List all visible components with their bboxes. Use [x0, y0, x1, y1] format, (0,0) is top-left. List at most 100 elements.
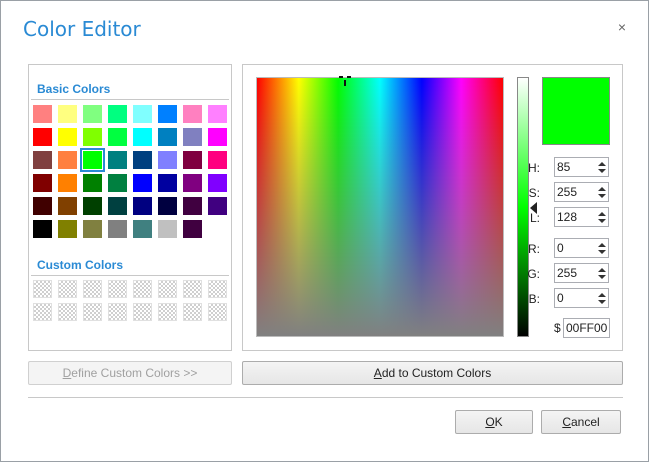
basic-color-swatch[interactable] — [133, 174, 152, 192]
basic-color-swatch[interactable] — [108, 151, 127, 169]
basic-color-swatch[interactable] — [158, 151, 177, 169]
basic-color-swatch[interactable] — [33, 151, 52, 169]
spin-down-icon[interactable] — [597, 168, 607, 176]
blue-stepper[interactable] — [554, 288, 609, 308]
basic-color-swatch[interactable] — [58, 105, 77, 123]
basic-color-swatch[interactable] — [208, 174, 227, 192]
luminance-label: L: — [529, 211, 540, 225]
close-icon[interactable]: × — [615, 20, 629, 34]
custom-color-swatch[interactable] — [208, 303, 227, 321]
hue-saturation-spectrum[interactable] — [256, 76, 504, 337]
add-to-custom-colors-button[interactable]: Add to Custom Colors — [242, 361, 623, 385]
basic-color-swatch[interactable] — [83, 105, 102, 123]
luminance-stepper[interactable] — [554, 207, 609, 227]
custom-color-swatch[interactable] — [83, 303, 102, 321]
basic-color-swatch[interactable] — [158, 220, 177, 238]
basic-color-swatch[interactable] — [108, 197, 127, 215]
spin-down-icon[interactable] — [597, 193, 607, 201]
basic-color-swatch[interactable] — [83, 197, 102, 215]
spin-up-icon[interactable] — [597, 266, 607, 274]
luminance-input[interactable] — [557, 209, 591, 225]
basic-color-swatch[interactable] — [33, 105, 52, 123]
custom-color-swatch[interactable] — [108, 280, 127, 298]
spin-down-icon[interactable] — [597, 299, 607, 307]
basic-color-swatch[interactable] — [183, 197, 202, 215]
basic-color-swatch[interactable] — [58, 197, 77, 215]
basic-color-swatch[interactable] — [58, 220, 77, 238]
basic-color-swatch[interactable] — [80, 148, 105, 172]
custom-color-swatch[interactable] — [208, 280, 227, 298]
custom-color-swatch[interactable] — [108, 303, 127, 321]
basic-color-swatch[interactable] — [133, 105, 152, 123]
basic-color-swatch[interactable] — [158, 197, 177, 215]
spin-down-icon[interactable] — [597, 249, 607, 257]
custom-color-swatch[interactable] — [158, 303, 177, 321]
ok-button[interactable]: OK — [455, 410, 533, 434]
dialog-title: Color Editor — [23, 17, 141, 41]
basic-color-swatch[interactable] — [58, 151, 77, 169]
red-input[interactable] — [557, 240, 591, 256]
basic-color-swatch[interactable] — [58, 174, 77, 192]
basic-color-swatch[interactable] — [33, 128, 52, 146]
saturation-stepper[interactable] — [554, 182, 609, 202]
basic-color-swatch[interactable] — [33, 197, 52, 215]
green-stepper[interactable] — [554, 263, 609, 283]
basic-color-swatch[interactable] — [108, 105, 127, 123]
custom-color-swatch[interactable] — [183, 280, 202, 298]
custom-color-swatch[interactable] — [58, 303, 77, 321]
basic-color-swatch[interactable] — [183, 174, 202, 192]
hue-stepper[interactable] — [554, 157, 609, 177]
basic-color-swatch[interactable] — [108, 174, 127, 192]
custom-color-swatch[interactable] — [33, 303, 52, 321]
custom-color-swatch[interactable] — [133, 303, 152, 321]
cancel-button[interactable]: Cancel — [541, 410, 621, 434]
basic-color-swatch[interactable] — [208, 197, 227, 215]
basic-color-swatch[interactable] — [33, 220, 52, 238]
basic-color-swatch[interactable] — [83, 220, 102, 238]
custom-color-swatch[interactable] — [158, 280, 177, 298]
basic-color-swatch[interactable] — [208, 151, 227, 169]
basic-color-swatch[interactable] — [133, 151, 152, 169]
basic-color-swatch[interactable] — [208, 105, 227, 123]
basic-color-swatch[interactable] — [183, 105, 202, 123]
blue-input[interactable] — [557, 290, 591, 306]
basic-color-swatch[interactable] — [108, 220, 127, 238]
basic-color-swatch[interactable] — [183, 128, 202, 146]
spin-up-icon[interactable] — [597, 291, 607, 299]
crosshair-icon — [339, 76, 351, 86]
spin-up-icon[interactable] — [597, 160, 607, 168]
spin-up-icon[interactable] — [597, 185, 607, 193]
basic-color-swatch[interactable] — [83, 174, 102, 192]
hue-input[interactable] — [557, 159, 591, 175]
spin-up-icon[interactable] — [597, 210, 607, 218]
saturation-input[interactable] — [557, 184, 591, 200]
basic-color-swatch[interactable] — [158, 128, 177, 146]
basic-color-swatch[interactable] — [133, 197, 152, 215]
green-input[interactable] — [557, 265, 591, 281]
define-custom-colors-button[interactable]: Define Custom Colors >> — [28, 361, 232, 385]
define-custom-mnemonic: D — [62, 366, 72, 380]
basic-color-swatch[interactable] — [183, 151, 202, 169]
custom-color-swatch[interactable] — [83, 280, 102, 298]
ok-label: K — [494, 415, 503, 429]
red-stepper[interactable] — [554, 238, 609, 258]
basic-color-swatch[interactable] — [208, 128, 227, 146]
basic-color-swatch[interactable] — [158, 105, 177, 123]
basic-color-swatch[interactable] — [58, 128, 77, 146]
spin-down-icon[interactable] — [597, 218, 607, 226]
spin-up-icon[interactable] — [597, 241, 607, 249]
basic-color-swatch[interactable] — [158, 174, 177, 192]
basic-color-swatch[interactable] — [183, 220, 202, 238]
custom-color-swatch[interactable] — [183, 303, 202, 321]
custom-color-swatch[interactable] — [58, 280, 77, 298]
basic-color-swatch[interactable] — [83, 128, 102, 146]
custom-color-swatch[interactable] — [33, 280, 52, 298]
basic-color-swatch[interactable] — [33, 174, 52, 192]
hex-color-input[interactable] — [563, 318, 610, 338]
custom-color-swatch[interactable] — [133, 280, 152, 298]
ok-mnemonic: O — [485, 415, 495, 429]
basic-color-swatch[interactable] — [133, 220, 152, 238]
spin-down-icon[interactable] — [597, 274, 607, 282]
basic-color-swatch[interactable] — [108, 128, 127, 146]
basic-color-swatch[interactable] — [133, 128, 152, 146]
